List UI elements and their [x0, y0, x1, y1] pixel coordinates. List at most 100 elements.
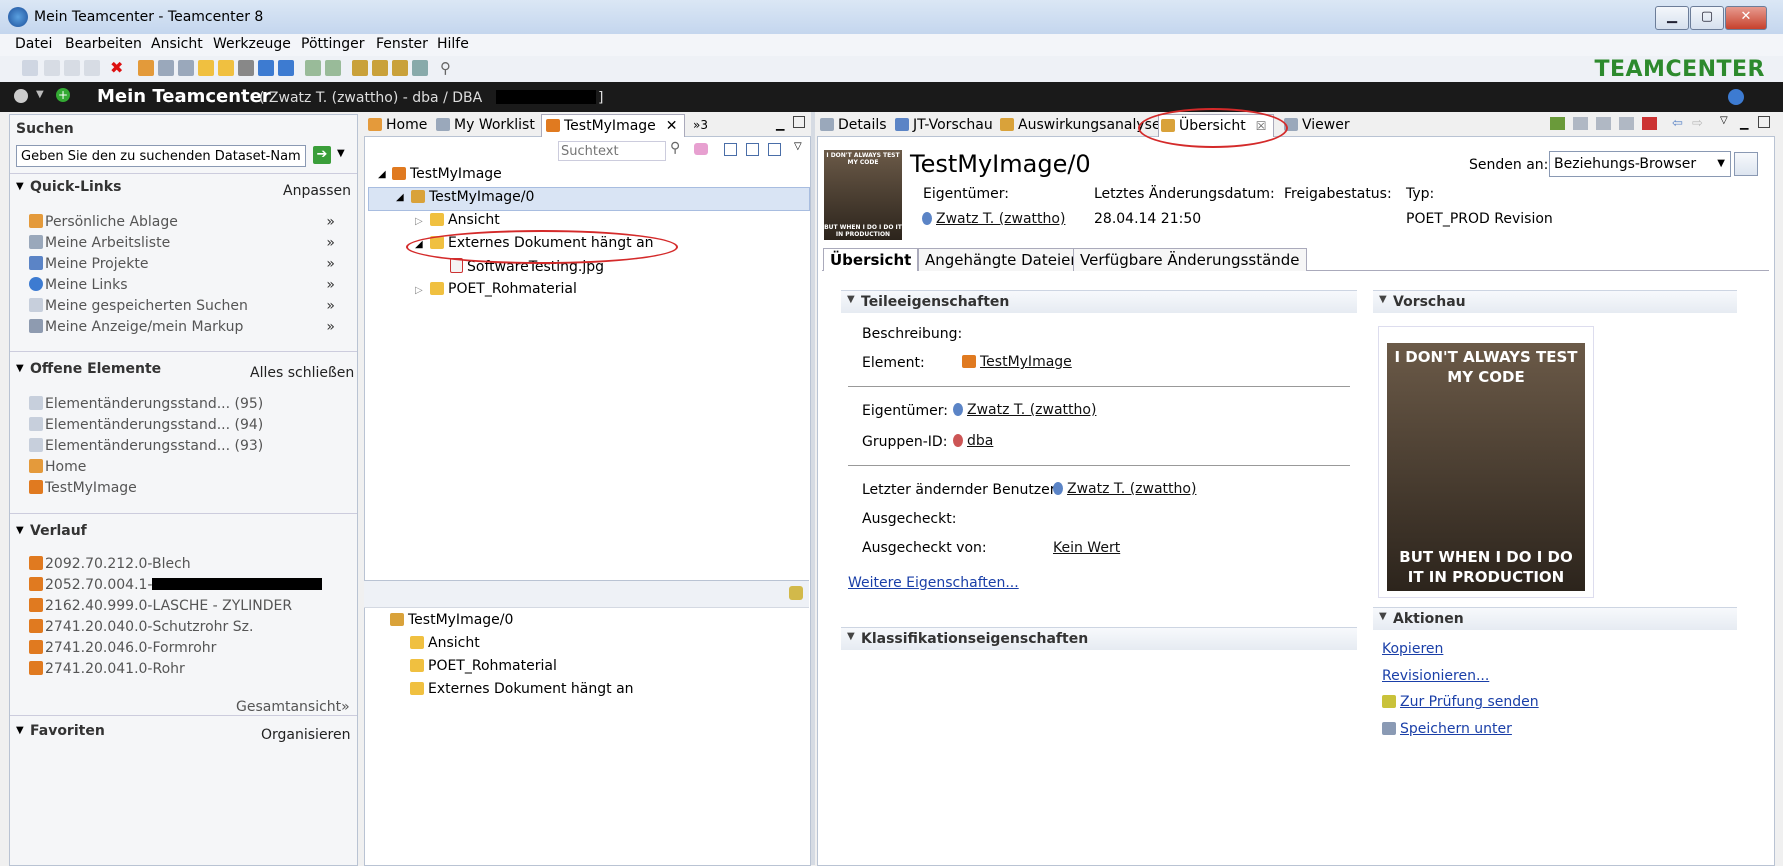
paste-icon[interactable] [1619, 117, 1634, 130]
history-overview-link[interactable]: Gesamtansicht» [236, 699, 350, 715]
collapse-favorites-icon[interactable]: ▼ [16, 725, 24, 736]
chevron-right-icon[interactable]: » [326, 319, 335, 335]
checkin-icon[interactable] [412, 60, 428, 76]
sync-icon[interactable] [1550, 117, 1565, 130]
tree-node-root[interactable]: TestMyImage [392, 166, 502, 182]
tab-overview[interactable]: Übersicht ☒ [1158, 114, 1274, 137]
quicklinks-customize-link[interactable]: Anpassen [283, 183, 351, 199]
tab-details[interactable]: Details [820, 114, 887, 136]
subtab-attached-files[interactable]: Angehängte Dateien [918, 248, 1087, 271]
action-copy-link[interactable]: Kopieren [1382, 641, 1443, 657]
tree-expand-icon[interactable]: ▷ [415, 216, 423, 227]
subtab-overview[interactable]: Übersicht [823, 248, 919, 271]
back-icon[interactable] [14, 89, 28, 103]
view-menu-chevron-icon[interactable]: ▽ [1720, 115, 1728, 126]
chevron-right-icon[interactable]: » [326, 298, 335, 314]
tree-node-rohmaterial[interactable]: POET_Rohmaterial [430, 281, 577, 297]
send-to-select[interactable]: Beziehungs-Browser ▼ [1549, 151, 1731, 177]
collapse-history-icon[interactable]: ▼ [16, 525, 24, 536]
tag-icon[interactable] [158, 60, 174, 76]
more-properties-link[interactable]: Weitere Eigenschaften... [848, 575, 1019, 591]
chevron-right-icon[interactable]: » [326, 256, 335, 272]
menu-hilfe[interactable]: Hilfe [437, 36, 469, 52]
open-item[interactable]: Elementänderungsstand... (94) [29, 417, 263, 433]
folder-icon[interactable] [198, 60, 214, 76]
tree-collapse-icon[interactable]: ◢ [415, 239, 423, 250]
quicklink-markup[interactable]: Meine Anzeige/mein Markup [29, 319, 243, 335]
collapse-all-icon[interactable] [724, 143, 737, 156]
back-arrow-icon[interactable]: ⇦ [1672, 116, 1683, 131]
more-tabs-chevron[interactable]: »3 [693, 114, 708, 136]
close-tab-icon[interactable]: ✕ [666, 118, 678, 134]
history-item[interactable]: 2741.20.040.0-Schutzrohr Sz. [29, 619, 253, 635]
lock-icon[interactable] [238, 60, 254, 76]
part-properties-header[interactable]: ▼ Teileeigenschaften [841, 290, 1357, 313]
actions-header[interactable]: ▼ Aktionen [1373, 607, 1737, 630]
quicklink-personal-folder[interactable]: Persönliche Ablage [29, 214, 178, 230]
globe-icon[interactable] [1728, 89, 1744, 105]
collapse-open-items-icon[interactable]: ▼ [16, 363, 24, 374]
bottom-node-rohmaterial[interactable]: POET_Rohmaterial [410, 658, 557, 674]
classification-header[interactable]: ▼ Klassifikationseigenschaften [841, 627, 1357, 650]
last-modifier-value[interactable]: Zwatz T. (zwattho) [1053, 481, 1196, 497]
menu-ansicht[interactable]: Ansicht [151, 36, 203, 52]
delete-icon[interactable]: ✖ [110, 60, 126, 76]
tab-testmyimage[interactable]: TestMyImage ✕ [541, 114, 685, 137]
close-button[interactable]: ✕ [1725, 6, 1767, 30]
open-item[interactable]: Home [29, 459, 86, 475]
quicklink-worklist[interactable]: Meine Arbeitsliste [29, 235, 170, 251]
action-submit-review[interactable]: Zur Prüfung senden [1382, 694, 1539, 710]
search-icon[interactable]: ⚲ [670, 140, 680, 156]
tab-viewer[interactable]: Viewer [1284, 114, 1350, 136]
add-icon[interactable]: + [56, 88, 70, 102]
organize-link[interactable]: Organisieren [261, 727, 351, 743]
chevron-down-icon[interactable]: ▼ [36, 89, 44, 100]
menu-datei[interactable]: Datei [15, 36, 52, 52]
chevron-right-icon[interactable]: » [326, 235, 335, 251]
menu-werkzeuge[interactable]: Werkzeuge [213, 36, 291, 52]
chevron-right-icon[interactable]: » [326, 214, 335, 230]
history-item[interactable]: 2092.70.212.0-Blech [29, 556, 191, 572]
history-item[interactable]: 2052.70.004.1- [29, 577, 323, 593]
minimize-button[interactable]: ▁ [1655, 6, 1689, 30]
preview-header[interactable]: ▼ Vorschau [1373, 290, 1737, 313]
workflow3-icon[interactable] [392, 60, 408, 76]
tree-collapse-icon[interactable]: ◢ [378, 169, 386, 180]
search-input[interactable] [16, 145, 306, 167]
refresh-icon[interactable] [278, 60, 294, 76]
tree-node-file[interactable]: SoftwareTesting.jpg [450, 258, 604, 275]
group-id-value[interactable]: dba [953, 433, 993, 449]
tree-node-external-doc[interactable]: Externes Dokument hängt an [430, 235, 654, 251]
tree-search-input[interactable] [558, 141, 666, 161]
structure2-icon[interactable] [325, 60, 341, 76]
history-item[interactable]: 2162.40.999.0-LASCHE - ZYLINDER [29, 598, 292, 614]
panel-splitter[interactable] [811, 112, 815, 865]
action-revise-link[interactable]: Revisionieren... [1382, 668, 1489, 684]
quicklink-saved-searches[interactable]: Meine gespeicherten Suchen [29, 298, 248, 314]
view-menu-chevron-icon[interactable]: ▽ [794, 141, 802, 152]
quicklink-links[interactable]: Meine Links [29, 277, 127, 293]
tree-splitter[interactable] [364, 580, 809, 608]
forward-arrow-icon[interactable]: ⇨ [1692, 116, 1703, 131]
search-go-button[interactable]: ➔ [313, 146, 331, 164]
new-item-icon[interactable] [138, 60, 154, 76]
element-value[interactable]: TestMyImage [962, 354, 1072, 370]
expand-icon[interactable] [746, 143, 759, 156]
tab-home[interactable]: Home [368, 114, 427, 136]
remove-icon[interactable] [1596, 117, 1611, 130]
bottom-node-ansicht[interactable]: Ansicht [410, 635, 480, 651]
workflow2-icon[interactable] [372, 60, 388, 76]
collapse-quicklinks-icon[interactable]: ▼ [16, 181, 24, 192]
open-item[interactable]: Elementänderungsstand... (95) [29, 396, 263, 412]
maximize-view-icon[interactable] [793, 116, 805, 128]
copy-icon[interactable] [64, 60, 80, 76]
maximize-view-icon[interactable] [1758, 116, 1770, 128]
history-item[interactable]: 2741.20.041.0-Rohr [29, 661, 185, 677]
scissors-icon[interactable] [44, 60, 60, 76]
tab-jt-preview[interactable]: JT-Vorschau [895, 114, 993, 136]
subtab-available-revisions[interactable]: Verfügbare Änderungsstände [1073, 248, 1307, 271]
expand-all-icon[interactable] [768, 143, 781, 156]
tree-collapse-icon[interactable]: ◢ [396, 192, 404, 203]
search-icon[interactable]: ⚲ [440, 60, 456, 76]
close-tab-icon[interactable]: ☒ [1256, 119, 1267, 133]
